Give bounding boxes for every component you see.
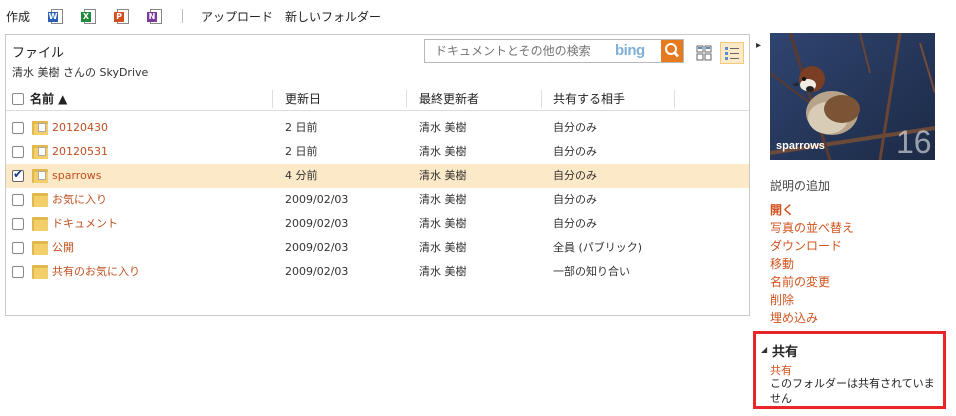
file-name-link[interactable]: 20120430 bbox=[52, 116, 108, 140]
shared-with: 自分のみ bbox=[553, 145, 597, 158]
search-box: bing bbox=[424, 39, 684, 63]
shared-with: 自分のみ bbox=[553, 193, 597, 206]
shared-with: 全員 (パブリック) bbox=[553, 241, 643, 254]
modified-date: 2009/02/03 bbox=[285, 241, 349, 254]
modified-date: 2009/02/03 bbox=[285, 265, 349, 278]
add-description-link[interactable]: 説明の追加 bbox=[770, 177, 830, 194]
row-checkbox[interactable] bbox=[12, 218, 24, 230]
details-view-icon bbox=[725, 47, 739, 60]
search-button[interactable] bbox=[661, 40, 683, 62]
file-name-link[interactable]: sparrows bbox=[52, 164, 102, 188]
thumbnail-view-icon bbox=[696, 45, 712, 61]
shared-with: 自分のみ bbox=[553, 217, 597, 230]
table-row[interactable]: 共有のお気に入り 2009/02/03 清水 美樹 一部の知り合い bbox=[6, 260, 749, 284]
shared-with: 自分のみ bbox=[553, 169, 597, 182]
column-header-modified[interactable]: 更新日 bbox=[285, 87, 321, 111]
photo-folder-icon bbox=[32, 121, 48, 135]
rename-link[interactable]: 名前の変更 bbox=[770, 273, 854, 291]
modified-date: 2009/02/03 bbox=[285, 217, 349, 230]
collapse-details-icon[interactable]: ▸ bbox=[756, 40, 761, 51]
modified-date: 4 分前 bbox=[285, 169, 318, 182]
table-row[interactable]: お気に入り 2009/02/03 清水 美樹 自分のみ bbox=[6, 188, 749, 212]
photo-folder-icon bbox=[32, 169, 48, 183]
word-icon[interactable]: W bbox=[48, 8, 65, 25]
open-link[interactable]: 開く bbox=[770, 201, 854, 219]
table-row-selected[interactable]: sparrows 4 分前 清水 美樹 自分のみ bbox=[6, 164, 749, 188]
modified-date: 2 日前 bbox=[285, 121, 318, 134]
upload-button[interactable]: アップロード bbox=[201, 8, 273, 25]
breadcrumb[interactable]: 清水 美樹 さんの SkyDrive bbox=[12, 64, 148, 80]
row-checkbox[interactable] bbox=[12, 242, 24, 254]
share-status-text: このフォルダーは共有されていません bbox=[770, 377, 935, 405]
column-header-name[interactable]: 名前 ▲ bbox=[30, 87, 67, 111]
create-label: 作成 bbox=[6, 9, 31, 24]
column-header-modified-by[interactable]: 最終更新者 bbox=[419, 87, 479, 111]
table-row[interactable]: 公開 2009/02/03 清水 美樹 全員 (パブリック) bbox=[6, 236, 749, 260]
table-row[interactable]: ドキュメント 2009/02/03 清水 美樹 自分のみ bbox=[6, 212, 749, 236]
modified-by: 清水 美樹 bbox=[419, 241, 467, 254]
new-folder-button[interactable]: 新しいフォルダー bbox=[285, 8, 381, 25]
table-header: 名前 ▲ 更新日 最終更新者 共有する相手 bbox=[6, 87, 749, 111]
modified-by: 清水 美樹 bbox=[419, 169, 467, 182]
row-checkbox-checked[interactable] bbox=[12, 167, 24, 182]
modified-by: 清水 美樹 bbox=[419, 265, 467, 278]
file-name-link[interactable]: お気に入り bbox=[52, 188, 107, 212]
file-name-link[interactable]: 公開 bbox=[52, 236, 74, 260]
share-section: ◢ 共有 共有 このフォルダーは共有されていません bbox=[753, 331, 946, 409]
modified-by: 清水 美樹 bbox=[419, 121, 467, 134]
row-checkbox[interactable] bbox=[12, 266, 24, 278]
create-app-icons: W X P N bbox=[48, 8, 164, 25]
search-icon bbox=[665, 43, 679, 58]
folder-icon bbox=[32, 265, 48, 279]
toolbar-divider bbox=[182, 9, 184, 23]
modified-by: 清水 美樹 bbox=[419, 145, 467, 158]
file-panel: ファイル 清水 美樹 さんの SkyDrive bing 名前 ▲ 更新日 bbox=[5, 34, 750, 316]
column-divider bbox=[541, 90, 542, 108]
download-link[interactable]: ダウンロード bbox=[770, 237, 854, 255]
row-checkbox[interactable] bbox=[12, 146, 24, 158]
modified-date: 2009/02/03 bbox=[285, 193, 349, 206]
row-checkbox[interactable] bbox=[12, 194, 24, 206]
share-heading: 共有 bbox=[772, 345, 799, 360]
column-header-shared-with[interactable]: 共有する相手 bbox=[553, 87, 625, 111]
delete-link[interactable]: 削除 bbox=[770, 291, 854, 309]
thumbnail-label: sparrows bbox=[776, 140, 825, 152]
thumbnail-view-button[interactable] bbox=[692, 42, 716, 64]
folder-icon bbox=[32, 193, 48, 207]
move-link[interactable]: 移動 bbox=[770, 255, 854, 273]
details-view-button[interactable] bbox=[720, 42, 744, 64]
select-all-checkbox[interactable] bbox=[12, 93, 24, 105]
modified-by: 清水 美樹 bbox=[419, 193, 467, 206]
onenote-icon[interactable]: N bbox=[147, 8, 164, 25]
toolbar: 作成 W X P N アップロード 新しいフォルダー bbox=[0, 0, 760, 32]
search-input[interactable] bbox=[425, 40, 611, 62]
action-list: 開く 写真の並べ替え ダウンロード 移動 名前の変更 削除 埋め込み bbox=[770, 201, 854, 327]
modified-by: 清水 美樹 bbox=[419, 217, 467, 230]
row-checkbox[interactable] bbox=[12, 122, 24, 134]
bing-logo: bing bbox=[615, 42, 645, 59]
excel-icon[interactable]: X bbox=[81, 8, 98, 25]
table-row[interactable]: 20120531 2 日前 清水 美樹 自分のみ bbox=[6, 140, 749, 164]
shared-with: 自分のみ bbox=[553, 121, 597, 134]
shared-with: 一部の知り合い bbox=[553, 265, 630, 278]
embed-link[interactable]: 埋め込み bbox=[770, 309, 854, 327]
panel-title: ファイル bbox=[12, 46, 65, 61]
file-name-link[interactable]: 20120531 bbox=[52, 140, 108, 164]
powerpoint-icon[interactable]: P bbox=[114, 8, 131, 25]
file-name-link[interactable]: 共有のお気に入り bbox=[52, 260, 140, 284]
folder-icon bbox=[32, 241, 48, 255]
column-divider bbox=[406, 90, 407, 108]
file-name-link[interactable]: ドキュメント bbox=[52, 212, 118, 236]
reorder-photos-link[interactable]: 写真の並べ替え bbox=[770, 219, 854, 237]
modified-date: 2 日前 bbox=[285, 145, 318, 158]
column-divider bbox=[272, 90, 273, 108]
folder-icon bbox=[32, 217, 48, 231]
collapse-triangle-icon[interactable]: ◢ bbox=[761, 345, 767, 354]
item-count: 16 bbox=[896, 124, 932, 160]
column-divider bbox=[674, 90, 675, 108]
table-row[interactable]: 20120430 2 日前 清水 美樹 自分のみ bbox=[6, 116, 749, 140]
photo-folder-icon bbox=[32, 145, 48, 159]
